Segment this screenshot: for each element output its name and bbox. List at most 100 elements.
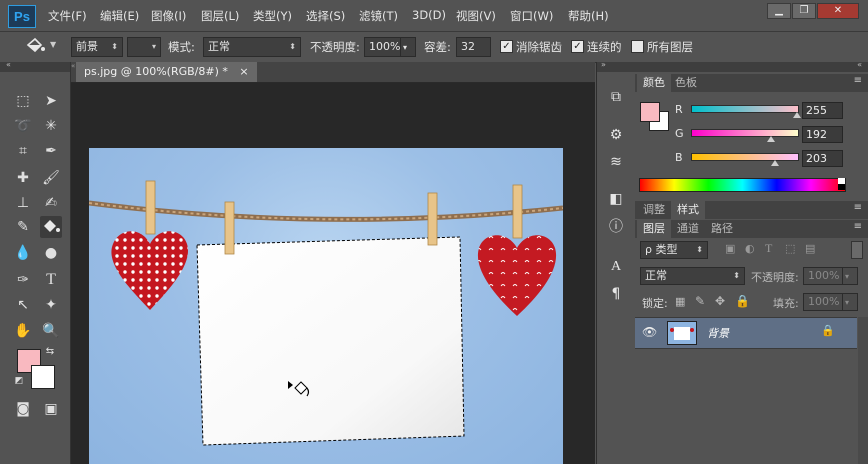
blur-tool-icon[interactable]: 💧 [12,242,34,264]
clone-stamp-tool-icon[interactable]: ⊥ [12,192,34,214]
healing-brush-tool-icon[interactable]: ✚ [12,167,34,189]
move-tool-icon[interactable]: ➤ [40,90,62,112]
layer-opacity-dropdown[interactable]: ▾ [842,267,858,285]
lasso-tool-icon[interactable]: ➰ [12,115,34,137]
menu-type[interactable]: 类型(Y) [253,8,292,24]
filter-type-icon[interactable]: T [765,241,772,256]
document-tab[interactable]: ps.jpg @ 100%(RGB/8#) * × [76,62,257,82]
red-channel-slider[interactable] [691,105,799,113]
magic-wand-tool-icon[interactable]: ✳ [40,115,62,137]
collapse-icon[interactable]: « [857,60,862,69]
menu-image[interactable]: 图像(I) [151,8,186,24]
toolbox-header[interactable]: « [0,60,70,72]
history-brush-tool-icon[interactable]: ✍ [40,192,62,214]
menu-help[interactable]: 帮助(H) [568,8,609,24]
panel-menu-icon[interactable]: ≡ [854,221,862,232]
layer-name[interactable]: 背景 [707,325,729,341]
lock-pixels-icon[interactable]: ✎ [695,294,705,308]
brush-tool-icon[interactable]: 🖌 [40,167,62,189]
visibility-eye-icon[interactable]: 👁 [642,325,657,339]
menu-view[interactable]: 视图(V) [456,8,496,24]
close-tab-icon[interactable]: × [239,65,248,78]
layer-filter-select[interactable]: ρ 类型 ⬍ [640,241,708,259]
history-icon[interactable]: ⧉ [606,87,626,107]
filter-smart-object-icon[interactable]: ▤ [805,242,815,255]
paragraph-icon[interactable]: ¶ [606,284,626,304]
filter-shape-icon[interactable]: ⬚ [785,242,795,255]
antialias-checkbox[interactable]: ✓ [500,40,513,53]
green-value-input[interactable]: 192 [802,126,843,143]
lock-all-icon[interactable]: 🔒 [735,294,750,308]
lock-position-icon[interactable]: ✥ [715,294,725,308]
close-button[interactable]: ✕ [817,3,859,19]
blue-channel-slider[interactable] [691,153,799,161]
image-canvas[interactable] [89,148,563,464]
opacity-dropdown[interactable]: ▾ [400,37,416,57]
pen-tool-icon[interactable]: ✑ [12,269,34,291]
custom-shape-tool-icon[interactable]: ✦ [40,294,62,316]
ramp-black-swatch[interactable] [838,184,845,190]
eyedropper-tool-icon[interactable]: ✒ [40,140,62,162]
restore-button[interactable]: ❐ [792,3,816,19]
panel-menu-icon[interactable]: ≡ [854,202,862,213]
red-value-input[interactable]: 255 [802,102,843,119]
brush-presets-icon[interactable]: ≋ [606,152,626,172]
collapse-icon[interactable]: « [71,62,81,70]
menu-layer[interactable]: 图层(L) [201,8,239,24]
tab-styles[interactable]: 样式 [671,201,705,219]
dodge-tool-icon[interactable]: ● [40,242,62,264]
filter-pixel-icon[interactable]: ▣ [725,242,735,255]
blue-value-input[interactable]: 203 [802,150,843,167]
menu-window[interactable]: 窗口(W) [510,8,553,24]
path-selection-tool-icon[interactable]: ↖ [12,294,34,316]
filter-toggle[interactable] [851,241,863,259]
blend-mode-select[interactable]: 正常 ⬍ [640,267,745,285]
minimize-button[interactable]: ▁ [767,3,791,19]
all-layers-checkbox[interactable]: ✓ [631,40,644,53]
blue-slider-thumb[interactable] [771,160,780,166]
background-color-swatch[interactable] [31,365,55,389]
menu-edit[interactable]: 编辑(E) [100,8,139,24]
swap-colors-icon[interactable]: ⇆ [44,346,56,358]
layers-scrollbar[interactable] [858,317,868,464]
default-colors-icon[interactable]: ◩ [13,375,25,387]
lock-transparency-icon[interactable]: ▦ [675,295,685,308]
filter-adjustment-icon[interactable]: ◐ [745,242,755,255]
fill-source-select[interactable]: 前景 ⬍ [71,37,123,57]
green-slider-thumb[interactable] [766,136,775,142]
tool-preset-caret-icon[interactable]: ▼ [50,40,56,49]
tab-swatches[interactable]: 色板 [669,74,703,92]
actions-icon[interactable]: ⚙ [606,125,626,145]
zoom-tool-icon[interactable]: 🔍 [40,320,62,342]
menu-filter[interactable]: 滤镜(T) [359,8,398,24]
marquee-tool-icon[interactable]: ⬚ [12,90,34,112]
menu-file[interactable]: 文件(F) [48,8,87,24]
quick-mask-icon[interactable]: ◙ [12,398,34,420]
color-spectrum-ramp[interactable] [639,178,846,192]
screen-mode-icon[interactable]: ▣ [40,398,62,420]
menu-select[interactable]: 选择(S) [306,8,345,24]
tab-channels[interactable]: 通道 [671,220,705,238]
green-channel-slider[interactable] [691,129,799,137]
strip-header[interactable]: » [597,60,635,72]
red-slider-thumb[interactable] [793,112,801,118]
fill-dropdown[interactable]: ▾ [842,293,858,311]
opacity-input[interactable]: 100% [364,37,403,57]
pattern-picker[interactable]: ▾ [127,37,161,57]
color-panel-foreground-swatch[interactable] [640,102,660,122]
layer-opacity-input[interactable]: 100% [803,267,843,285]
mode-select[interactable]: 正常 ⬍ [203,37,301,57]
type-tool-icon[interactable]: T [40,269,62,291]
menu-3d[interactable]: 3D(D) [412,8,446,22]
paint-bucket-tool-icon[interactable] [40,216,62,238]
paint-bucket-icon[interactable] [24,36,48,56]
tab-paths[interactable]: 路径 [705,220,739,238]
info-icon[interactable]: ⓘ [606,217,626,237]
hand-tool-icon[interactable]: ✋ [12,320,34,342]
eraser-tool-icon[interactable]: ✎ [12,216,34,238]
tab-color[interactable]: 颜色 [637,74,671,92]
tab-layers[interactable]: 图层 [637,220,671,238]
contiguous-checkbox[interactable]: ✓ [571,40,584,53]
tolerance-input[interactable]: 32 [456,37,491,57]
properties-icon[interactable]: ◧ [606,189,626,209]
